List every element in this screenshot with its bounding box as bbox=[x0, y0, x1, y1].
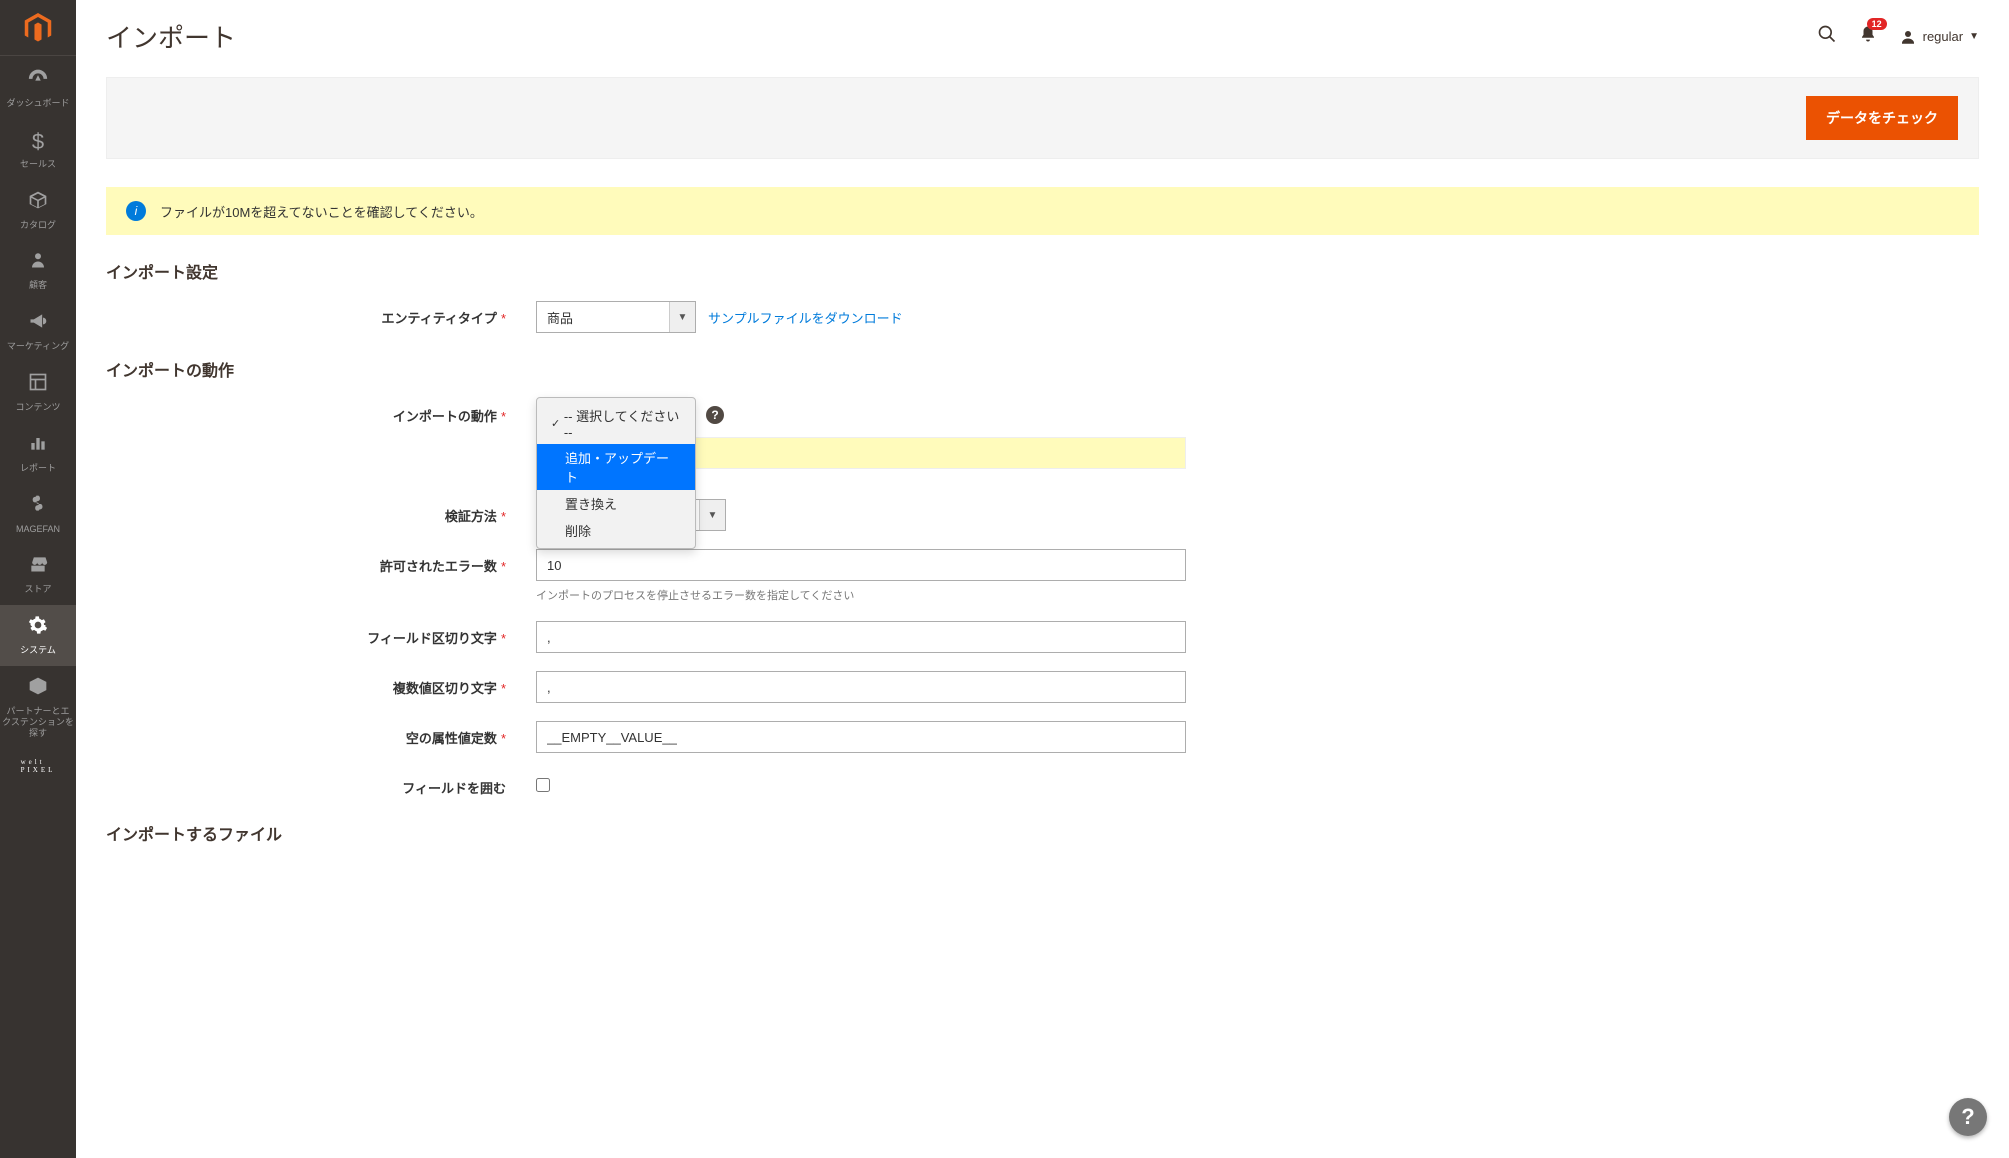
sidebar-label: コンテンツ bbox=[15, 402, 60, 413]
help-icon[interactable]: ? bbox=[706, 406, 724, 424]
sidebar-label: 顧客 bbox=[29, 280, 47, 291]
store-icon bbox=[28, 554, 48, 580]
info-text: ファイルが10Mを超えてないことを確認してください。 bbox=[160, 202, 483, 221]
empty-const-label: 空の属性値定数* bbox=[106, 721, 536, 747]
sidebar-item-content[interactable]: コンテンツ bbox=[0, 362, 76, 423]
search-icon[interactable] bbox=[1817, 24, 1837, 50]
sidebar-label: カタログ bbox=[20, 220, 56, 231]
magento-icon bbox=[23, 13, 53, 43]
help-fab-button[interactable]: ? bbox=[1949, 1098, 1987, 1136]
field-separator-label: フィールド区切り文字* bbox=[106, 621, 536, 647]
allowed-errors-label: 許可されたエラー数* bbox=[106, 549, 536, 575]
sidebar-label: パートナーとエクステンションを探す bbox=[2, 706, 74, 738]
sidebar-label: マーケティング bbox=[7, 341, 69, 352]
action-bar: データをチェック bbox=[106, 77, 1979, 159]
behavior-option-replace[interactable]: 置き換え bbox=[537, 490, 695, 517]
megaphone-icon bbox=[28, 311, 48, 337]
entity-type-label: エンティティタイプ* bbox=[106, 301, 536, 327]
notif-badge: 12 bbox=[1867, 18, 1887, 30]
allowed-errors-hint: インポートのプロセスを停止させるエラー数を指定してください bbox=[536, 587, 1196, 603]
section-title-import-behavior: インポートの動作 bbox=[106, 357, 1979, 381]
behavior-option-add-update[interactable]: 追加・アップデート bbox=[537, 444, 695, 490]
empty-const-input[interactable] bbox=[536, 721, 1186, 753]
magento-logo[interactable] bbox=[0, 0, 76, 56]
sidebar-welt-logo[interactable]: welt PIXEL bbox=[21, 758, 56, 774]
page-title: インポート bbox=[106, 18, 236, 55]
sidebar-label: MAGEFAN bbox=[16, 524, 60, 535]
main-content: インポート 12 regular ▼ データをチェック i bbox=[76, 0, 2009, 1158]
sidebar-item-magefan[interactable]: MAGEFAN bbox=[0, 484, 76, 545]
info-message: i ファイルが10Mを超えてないことを確認してください。 bbox=[106, 187, 1979, 235]
sidebar-item-marketing[interactable]: マーケティング bbox=[0, 301, 76, 362]
box-icon bbox=[28, 190, 48, 216]
sidebar-item-dashboard[interactable]: ダッシュボード bbox=[0, 56, 76, 119]
layout-icon bbox=[28, 372, 48, 398]
sidebar-label: セールス bbox=[20, 159, 56, 170]
gauge-icon bbox=[27, 66, 49, 94]
avatar-icon bbox=[1899, 28, 1917, 46]
import-behavior-label: インポートの動作* bbox=[106, 399, 536, 425]
sidebar-item-sales[interactable]: $ セールス bbox=[0, 119, 76, 180]
user-name: regular bbox=[1923, 29, 1963, 44]
fan-icon bbox=[28, 494, 48, 520]
sidebar-label: ダッシュボード bbox=[6, 98, 69, 109]
check-data-button[interactable]: データをチェック bbox=[1806, 96, 1958, 140]
allowed-errors-input[interactable] bbox=[536, 549, 1186, 581]
sidebar: ダッシュボード $ セールス カタログ 顧客 マーケティング bbox=[0, 0, 76, 1158]
user-menu[interactable]: regular ▼ bbox=[1899, 28, 1979, 46]
sidebar-item-partners[interactable]: パートナーとエクステンションを探す bbox=[0, 666, 76, 748]
sidebar-item-system[interactable]: システム bbox=[0, 605, 76, 666]
enclose-checkbox[interactable] bbox=[536, 778, 550, 792]
barchart-icon bbox=[28, 433, 48, 459]
section-title-import-settings: インポート設定 bbox=[106, 259, 1979, 283]
multi-separator-label: 複数値区切り文字* bbox=[106, 671, 536, 697]
field-separator-input[interactable] bbox=[536, 621, 1186, 653]
notifications-icon[interactable]: 12 bbox=[1859, 24, 1877, 50]
entity-type-select[interactable]: 商品 ▼ bbox=[536, 301, 696, 333]
partner-box-icon bbox=[28, 676, 48, 702]
info-icon: i bbox=[126, 201, 146, 221]
chevron-down-icon: ▼ bbox=[699, 500, 725, 530]
behavior-dropdown: ✓-- 選択してください -- 追加・アップデート 置き換え 削除 bbox=[536, 397, 696, 549]
sidebar-label: ストア bbox=[24, 584, 51, 595]
sidebar-item-stores[interactable]: ストア bbox=[0, 544, 76, 605]
validation-label: 検証方法* bbox=[106, 499, 536, 525]
behavior-option-delete[interactable]: 削除 bbox=[537, 517, 695, 544]
multi-separator-input[interactable] bbox=[536, 671, 1186, 703]
behavior-option-placeholder[interactable]: ✓-- 選択してください -- bbox=[537, 402, 695, 444]
sidebar-label: レポート bbox=[20, 463, 56, 474]
sidebar-item-reports[interactable]: レポート bbox=[0, 423, 76, 484]
download-sample-link[interactable]: サンプルファイルをダウンロード bbox=[708, 308, 903, 327]
section-title-file: インポートするファイル bbox=[106, 821, 1979, 845]
sidebar-label: システム bbox=[20, 645, 56, 656]
chevron-down-icon: ▼ bbox=[1969, 31, 1979, 42]
gear-icon bbox=[28, 615, 48, 641]
sidebar-item-customers[interactable]: 顧客 bbox=[0, 240, 76, 301]
person-icon bbox=[29, 250, 47, 276]
sidebar-item-catalog[interactable]: カタログ bbox=[0, 180, 76, 241]
enclose-label: フィールドを囲む bbox=[106, 771, 536, 797]
dollar-icon: $ bbox=[32, 129, 44, 155]
chevron-down-icon: ▼ bbox=[669, 302, 695, 332]
